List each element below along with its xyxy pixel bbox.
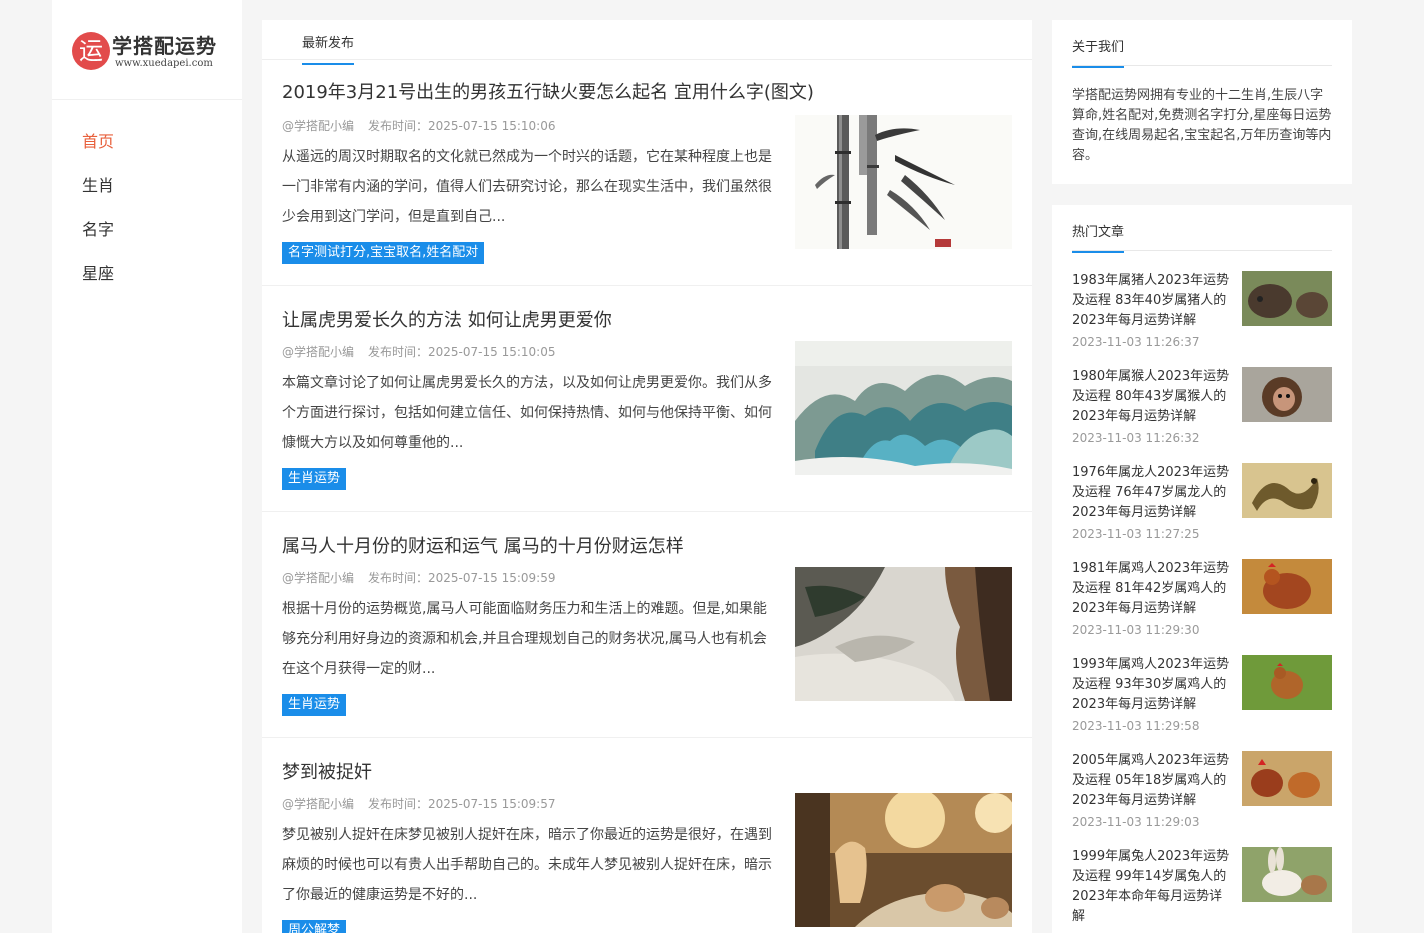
nav-item-home[interactable]: 首页 [52, 120, 242, 164]
hot-item-thumbnail[interactable] [1242, 655, 1332, 710]
article-title[interactable]: 2019年3月21号出生的男孩五行缺火要怎么起名 宜用什么字(图文) [282, 78, 814, 104]
site-logo[interactable]: 运 学搭配运势 www.xuedapei.com [52, 0, 242, 100]
article-item: 属马人十月份的财运和运气 属马的十月份财运怎样 @学搭配小编 发布时间：2025-… [262, 512, 1032, 738]
article-author: @学搭配小编 [282, 119, 355, 133]
article-time: 发布时间：2025-07-15 15:09:57 [368, 797, 556, 811]
hot-item: 2005年属鸡人2023年运势及运程 05年18岁属鸡人的2023年每月运势详解… [1072, 751, 1332, 847]
main-nav: 首页 生肖 名字 星座 [52, 100, 242, 296]
article-title[interactable]: 属马人十月份的财运和运气 属马的十月份财运怎样 [282, 532, 684, 558]
hot-item-title[interactable]: 1993年属鸡人2023年运势及运程 93年30岁属鸡人的2023年每月运势详解 [1072, 655, 1234, 715]
hot-item-time: 2023-11-03 11:29:58 [1072, 719, 1200, 733]
hot-item: 1983年属猪人2023年运势及运程 83年40岁属猪人的2023年每月运势详解… [1072, 271, 1332, 367]
article-tag[interactable]: 名字测试打分,宝宝取名,姓名配对 [282, 242, 485, 264]
hot-item-title[interactable]: 1976年属龙人2023年运势及运程 76年47岁属龙人的2023年每月运势详解 [1072, 463, 1234, 523]
hot-item-time: 2023-11-03 11:29:03 [1072, 815, 1200, 829]
chickens-image [1242, 751, 1332, 806]
hot-item-thumbnail[interactable] [1242, 463, 1332, 518]
main-tabs: 最新发布 [262, 20, 1032, 65]
article-list-panel: 最新发布 2019年3月21号出生的男孩五行缺火要怎么起名 宜用什么字(图文) … [262, 20, 1032, 933]
cliff-landscape-image [795, 567, 1012, 701]
hot-item-thumbnail[interactable] [1242, 751, 1332, 806]
article-meta: @学搭配小编 发布时间：2025-07-15 15:09:59 [282, 569, 555, 586]
hot-item-thumbnail[interactable] [1242, 367, 1332, 422]
pigs-image [1242, 271, 1332, 326]
article-item: 让属虎男爱长久的方法 如何让虎男更爱你 @学搭配小编 发布时间：2025-07-1… [262, 286, 1032, 512]
hot-item-title[interactable]: 1980年属猴人2023年运势及运程 80年43岁属猴人的2023年每月运势详解 [1072, 367, 1234, 427]
hen-grass-image [1242, 655, 1332, 710]
article-excerpt: 梦见被别人捉奸在床梦见被别人捉奸在床，暗示了你最近的运势是很好，在遇到麻烦的时候… [282, 827, 772, 903]
hot-list: 1983年属猪人2023年运势及运程 83年40岁属猪人的2023年每月运势详解… [1052, 251, 1352, 933]
article-title[interactable]: 让属虎男爱长久的方法 如何让虎男更爱你 [282, 306, 612, 332]
article-time: 发布时间：2025-07-15 15:09:59 [368, 571, 556, 585]
hot-item-thumbnail[interactable] [1242, 847, 1332, 902]
article-thumbnail[interactable] [795, 793, 1012, 927]
hot-item-time: 2023-11-03 11:29:30 [1072, 623, 1200, 637]
hot-item-title[interactable]: 1983年属猪人2023年运势及运程 83年40岁属猪人的2023年每月运势详解 [1072, 271, 1234, 331]
hot-heading: 热门文章 [1072, 221, 1125, 253]
hot-item: 1999年属兔人2023年运势及运程 99年14岁属兔人的2023年本命年每月运… [1072, 847, 1332, 933]
article-meta: @学搭配小编 发布时间：2025-07-15 15:09:57 [282, 795, 555, 812]
article-time: 发布时间：2025-07-15 15:10:06 [368, 119, 556, 133]
article-item: 梦到被捉奸 @学搭配小编 发布时间：2025-07-15 15:09:57 梦见被… [262, 738, 1032, 933]
article-thumbnail[interactable] [795, 115, 1012, 249]
hot-articles-card: 热门文章 1983年属猪人2023年运势及运程 83年40岁属猪人的2023年每… [1052, 205, 1352, 933]
article-thumbnail[interactable] [795, 341, 1012, 475]
dragon-image [1242, 463, 1332, 518]
bedroom-photo-image [795, 793, 1012, 927]
hot-item: 1976年属龙人2023年运势及运程 76年47岁属龙人的2023年每月运势详解… [1072, 463, 1332, 559]
article-tag[interactable]: 生肖运势 [282, 468, 347, 490]
article-item: 2019年3月21号出生的男孩五行缺火要怎么起名 宜用什么字(图文) @学搭配小… [262, 60, 1032, 286]
hot-item-title[interactable]: 1999年属兔人2023年运势及运程 99年14岁属兔人的2023年本命年每月运… [1072, 847, 1234, 927]
article-meta: @学搭配小编 发布时间：2025-07-15 15:10:06 [282, 117, 555, 134]
rabbits-image [1242, 847, 1332, 902]
hot-item-time: 2023-11-03 11:26:37 [1072, 335, 1200, 349]
article-author: @学搭配小编 [282, 571, 355, 585]
article-excerpt: 本篇文章讨论了如何让属虎男爱长久的方法，以及如何让虎男更爱你。我们从多个方面进行… [282, 375, 772, 451]
hot-item: 1981年属鸡人2023年运势及运程 81年42岁属鸡人的2023年每月运势详解… [1072, 559, 1332, 655]
article-time: 发布时间：2025-07-15 15:10:05 [368, 345, 556, 359]
logo-badge: 运 [72, 32, 110, 70]
article-title[interactable]: 梦到被捉奸 [282, 758, 372, 784]
hot-item-time: 2023-11-03 11:27:25 [1072, 527, 1200, 541]
hot-item-thumbnail[interactable] [1242, 559, 1332, 614]
article-tag[interactable]: 周公解梦 [282, 920, 347, 933]
monkey-image [1242, 367, 1332, 422]
hot-item-time: 2023-11-03 11:26:32 [1072, 431, 1200, 445]
hot-item: 1980年属猴人2023年运势及运程 80年43岁属猴人的2023年每月运势详解… [1072, 367, 1332, 463]
hot-card-header: 热门文章 [1072, 205, 1332, 253]
bamboo-ink-painting-image [795, 115, 1012, 249]
article-meta: @学搭配小编 发布时间：2025-07-15 15:10:05 [282, 343, 555, 360]
article-excerpt: 从遥远的周汉时期取名的文化就已然成为一个时兴的话题，它在某种程度上也是一门非常有… [282, 149, 772, 225]
article-author: @学搭配小编 [282, 797, 355, 811]
article-author: @学搭配小编 [282, 345, 355, 359]
left-sidebar: 运 学搭配运势 www.xuedapei.com 首页 生肖 名字 星座 [52, 0, 242, 933]
article-tag[interactable]: 生肖运势 [282, 694, 347, 716]
logo-title: 学搭配运势 [112, 34, 217, 58]
about-text: 学搭配运势网拥有专业的十二生肖,生辰八字算命,姓名配对,免费测名字打分,星座每日… [1072, 88, 1332, 163]
hot-item-title[interactable]: 1981年属鸡人2023年运势及运程 81年42岁属鸡人的2023年每月运势详解 [1072, 559, 1234, 619]
about-card-header: 关于我们 [1072, 20, 1332, 68]
nav-item-zodiac[interactable]: 生肖 [52, 164, 242, 208]
article-excerpt: 根据十月份的运势概览,属马人可能面临财务压力和生活上的难题。但是,如果能够充分利… [282, 601, 767, 677]
mountain-landscape-image [795, 341, 1012, 475]
hot-item-thumbnail[interactable] [1242, 271, 1332, 326]
nav-item-names[interactable]: 名字 [52, 208, 242, 252]
hen-image [1242, 559, 1332, 614]
about-card: 关于我们 学搭配运势网拥有专业的十二生肖,生辰八字算命,姓名配对,免费测名字打分… [1052, 20, 1352, 184]
nav-item-constellation[interactable]: 星座 [52, 252, 242, 296]
about-heading: 关于我们 [1072, 36, 1125, 68]
hot-item: 1993年属鸡人2023年运势及运程 93年30岁属鸡人的2023年每月运势详解… [1072, 655, 1332, 751]
hot-item-title[interactable]: 2005年属鸡人2023年运势及运程 05年18岁属鸡人的2023年每月运势详解 [1072, 751, 1234, 811]
article-thumbnail[interactable] [795, 567, 1012, 701]
logo-subtitle: www.xuedapei.com [115, 58, 213, 69]
